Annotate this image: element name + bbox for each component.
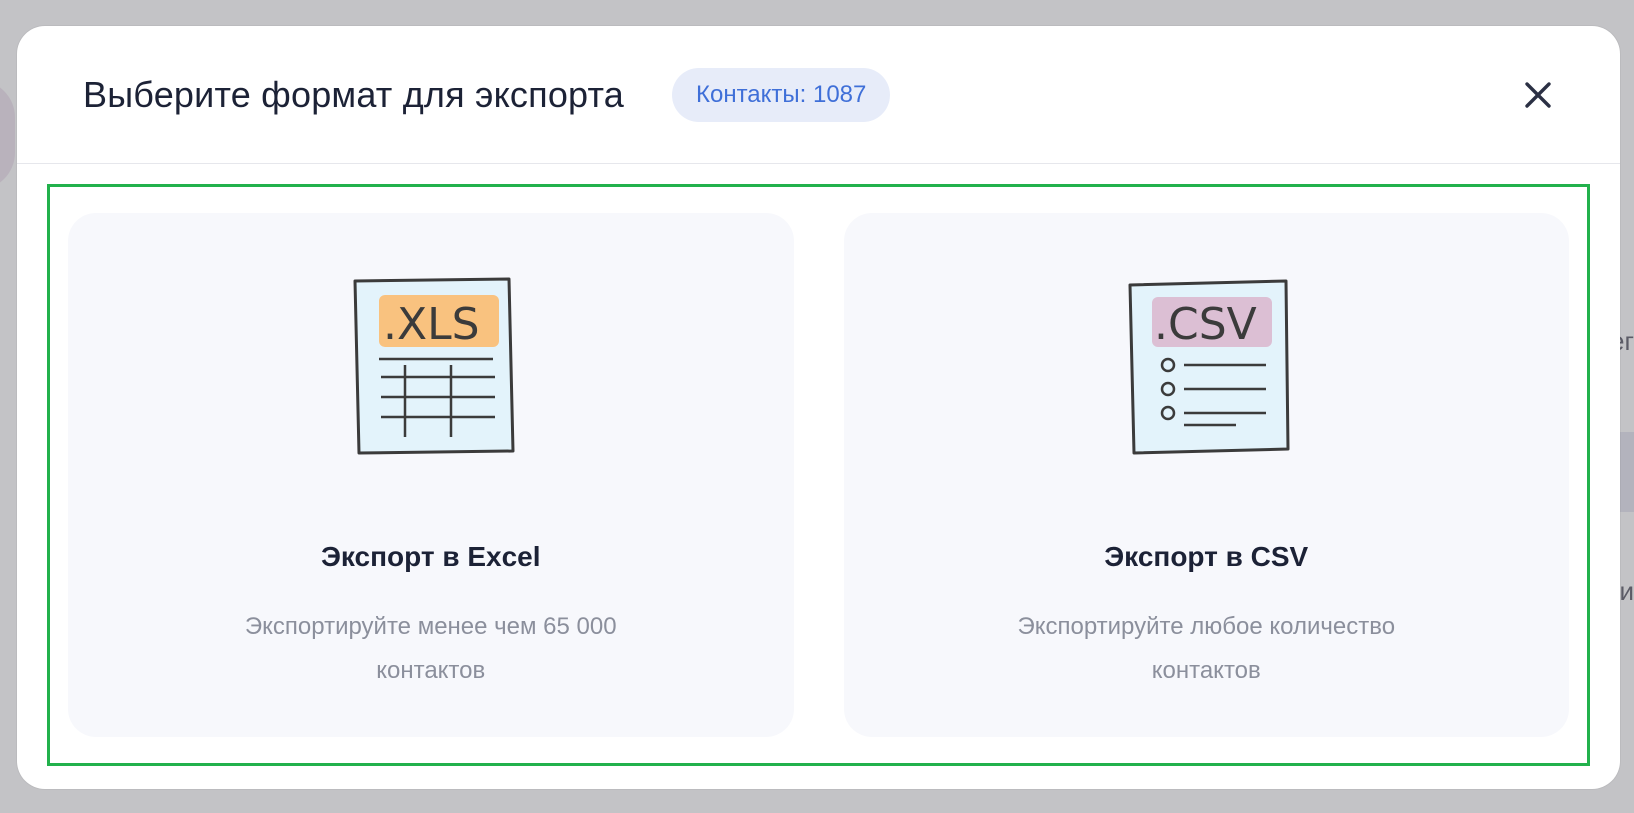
export-excel-description: Экспортируйте менее чем 65 000 контактов xyxy=(244,613,617,684)
close-button[interactable] xyxy=(1520,77,1556,113)
export-csv-card[interactable]: .CSV Экспорт в CSV Экспортируйте любое к… xyxy=(843,213,1569,737)
csv-file-label: .CSV xyxy=(1154,299,1257,350)
modal-title: Выберите формат для экспорта xyxy=(83,73,624,115)
modal-header: Выберите формат для экспорта Контакты: 1… xyxy=(17,26,1620,164)
xls-file-icon: .XLS xyxy=(353,277,515,455)
background-text: и xyxy=(1619,576,1634,606)
background-shape xyxy=(0,80,15,190)
export-modal: Выберите формат для экспорта Контакты: 1… xyxy=(17,26,1620,789)
export-excel-title: Экспорт в Excel xyxy=(320,541,541,572)
export-csv-description: Экспортируйте любое количество контактов xyxy=(1017,613,1396,684)
csv-file-icon: .CSV xyxy=(1128,279,1290,455)
export-csv-title: Экспорт в CSV xyxy=(1104,541,1309,572)
export-excel-card[interactable]: .XLS Экспорт в Excel Экспортируйте менее… xyxy=(68,213,794,737)
contacts-count-badge: Контакты: 1087 xyxy=(671,67,891,122)
xls-file-label: .XLS xyxy=(383,299,480,350)
export-options: .XLS Экспорт в Excel Экспортируйте менее… xyxy=(47,184,1590,766)
close-icon xyxy=(1525,81,1551,108)
